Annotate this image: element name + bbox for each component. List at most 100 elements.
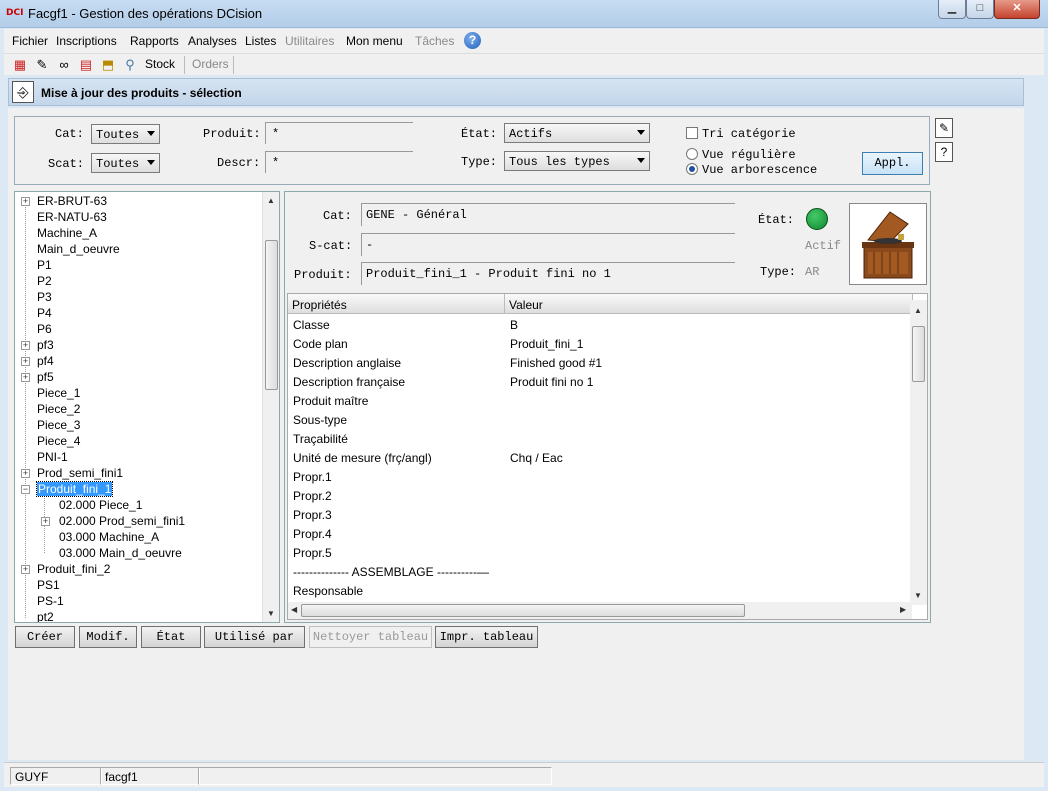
expand-icon[interactable]: + <box>41 517 50 526</box>
tree-item[interactable]: P6 <box>37 322 52 338</box>
menu-listes[interactable]: Listes <box>245 34 276 48</box>
produit-filter-input[interactable]: * <box>265 122 413 144</box>
tree-item[interactable]: Piece_3 <box>37 418 80 434</box>
tree-item[interactable]: Produit_fini_1 <box>35 481 114 498</box>
property-row[interactable]: Propr.1 <box>288 467 913 486</box>
menu-utilitaires[interactable]: Utilitaires <box>285 34 334 48</box>
etat-button[interactable]: État <box>141 626 201 648</box>
tree-item[interactable]: pf4 <box>37 354 54 370</box>
modif-button[interactable]: Modif. <box>79 626 137 648</box>
col-header-proprietes[interactable]: Propriétés <box>288 294 505 314</box>
menu-fichier[interactable]: Fichier <box>12 34 48 48</box>
property-row[interactable]: Propr.3 <box>288 505 913 524</box>
grid-vscroll-thumb[interactable] <box>912 326 925 382</box>
tree-item[interactable]: PNI-1 <box>37 450 68 466</box>
tree-item[interactable]: 02.000 Piece_1 <box>59 498 142 514</box>
tree-item[interactable]: pf5 <box>37 370 54 386</box>
tree-item[interactable]: Piece_2 <box>37 402 80 418</box>
tree-item[interactable]: Piece_1 <box>37 386 80 402</box>
type-filter-select[interactable]: Tous les types <box>504 151 650 171</box>
menu-taches[interactable]: Tâches <box>415 34 454 48</box>
grid-hscrollbar[interactable]: ◀ ▶ <box>288 602 912 619</box>
property-row[interactable]: Propr.2 <box>288 486 913 505</box>
calendar-icon[interactable]: ▤ <box>78 57 94 73</box>
menu-analyses[interactable]: Analyses <box>188 34 237 48</box>
help-icon[interactable]: ? <box>464 32 481 49</box>
property-row[interactable]: Propr.5 <box>288 543 913 562</box>
expand-icon[interactable]: + <box>21 357 30 366</box>
tree-item[interactable]: 02.000 Prod_semi_fini1 <box>59 514 185 530</box>
property-row[interactable]: Produit maître <box>288 391 913 410</box>
utilise-par-button[interactable]: Utilisé par <box>204 626 305 648</box>
tree-item[interactable]: pf3 <box>37 338 54 354</box>
creer-button[interactable]: Créer <box>15 626 75 648</box>
tree-item[interactable]: P3 <box>37 290 52 306</box>
maximize-button[interactable]: □ <box>966 0 994 19</box>
scroll-down-icon[interactable]: ▼ <box>914 591 922 600</box>
property-row[interactable]: Sous-type <box>288 410 913 429</box>
property-row[interactable]: Description anglaise Finished good #1 <box>288 353 913 372</box>
etat-filter-select[interactable]: Actifs <box>504 123 650 143</box>
property-row[interactable]: Responsable <box>288 581 913 600</box>
help-doc-icon[interactable]: ? <box>935 142 953 162</box>
property-row[interactable]: Classe B <box>288 315 913 334</box>
tree-item[interactable]: 03.000 Machine_A <box>59 530 159 546</box>
impr-tableau-button[interactable]: Impr. tableau <box>435 626 538 648</box>
property-row[interactable]: Description française Produit fini no 1 <box>288 372 913 391</box>
scat-filter-select[interactable]: Toutes <box>91 153 160 173</box>
menu-inscriptions[interactable]: Inscriptions <box>56 34 117 48</box>
nettoyer-tableau-button[interactable]: Nettoyer tableau <box>309 626 432 648</box>
tree-item[interactable]: Piece_4 <box>37 434 80 450</box>
descr-filter-input[interactable]: * <box>265 151 413 173</box>
property-row[interactable]: Code plan Produit_fini_1 <box>288 334 913 353</box>
menu-mon-menu[interactable]: Mon menu <box>346 34 403 48</box>
orders-button[interactable]: Orders <box>192 57 229 71</box>
tree-item[interactable]: PS1 <box>37 578 60 594</box>
magnifier-icon[interactable]: ⚲ <box>122 57 138 73</box>
properties-grid[interactable]: Propriétés Valeur Classe B Code plan Produi… <box>287 293 928 620</box>
tree-item[interactable]: P4 <box>37 306 52 322</box>
stock-button[interactable]: Stock <box>145 57 175 71</box>
tree-item[interactable]: PS-1 <box>37 594 64 610</box>
edit-pencil-icon[interactable]: ✎ <box>935 118 953 138</box>
expand-icon[interactable]: + <box>21 469 30 478</box>
tree-item[interactable]: P1 <box>37 258 52 274</box>
expand-icon[interactable]: + <box>21 197 30 206</box>
tree-item[interactable]: Prod_semi_fini1 <box>37 466 123 482</box>
property-row[interactable]: -------------- ASSEMBLAGE ----------— <box>288 562 913 581</box>
tree-scroll-thumb[interactable] <box>265 240 278 390</box>
expand-icon[interactable]: + <box>21 565 30 574</box>
property-row[interactable]: Unité de mesure (frç/angl) Chq / Eac <box>288 448 913 467</box>
tree-item[interactable]: Produit_fini_2 <box>37 562 110 578</box>
binoculars-icon[interactable]: ∞ <box>56 57 72 73</box>
tree-item[interactable]: ER-BRUT-63 <box>37 194 107 210</box>
collapse-icon[interactable]: − <box>21 485 30 494</box>
cat-filter-select[interactable]: Toutes <box>91 124 160 144</box>
close-button[interactable]: ✕ <box>994 0 1040 19</box>
minimize-button[interactable]: ▁ <box>938 0 966 19</box>
tri-categorie-checkbox[interactable] <box>686 127 698 139</box>
pencil-icon[interactable]: ✎ <box>34 57 50 73</box>
expand-icon[interactable]: + <box>21 341 30 350</box>
menu-rapports[interactable]: Rapports <box>130 34 179 48</box>
tree-item[interactable]: 03.000 Main_d_oeuvre <box>59 546 182 562</box>
calculator-icon[interactable]: ▦ <box>12 57 28 73</box>
vue-reguliere-radio[interactable] <box>686 148 698 160</box>
tree-scrollbar[interactable]: ▲ ▼ <box>262 192 279 622</box>
product-tree[interactable]: + ER-BRUT-63 ER-NATU-63 Machine_A Main_d_oeu… <box>14 191 280 623</box>
property-row[interactable]: Propr.4 <box>288 524 913 543</box>
apply-button[interactable]: Appl. <box>862 152 923 175</box>
scroll-up-icon[interactable]: ▲ <box>267 196 275 205</box>
expand-icon[interactable]: + <box>21 373 30 382</box>
tree-item[interactable]: pt2 <box>37 610 54 622</box>
scroll-left-icon[interactable]: ◀ <box>291 605 297 614</box>
grid-vscrollbar[interactable]: ▲ ▼ <box>910 300 927 605</box>
grid-hscroll-thumb[interactable] <box>301 604 745 617</box>
tree-item[interactable]: Main_d_oeuvre <box>37 242 120 258</box>
scroll-right-icon[interactable]: ▶ <box>900 605 906 614</box>
vue-arborescence-radio[interactable] <box>686 163 698 175</box>
tree-item[interactable]: ER-NATU-63 <box>37 210 107 226</box>
col-header-valeur[interactable]: Valeur <box>505 294 913 314</box>
tree-item[interactable]: P2 <box>37 274 52 290</box>
exit-door-icon[interactable]: ⎆ <box>12 81 34 103</box>
